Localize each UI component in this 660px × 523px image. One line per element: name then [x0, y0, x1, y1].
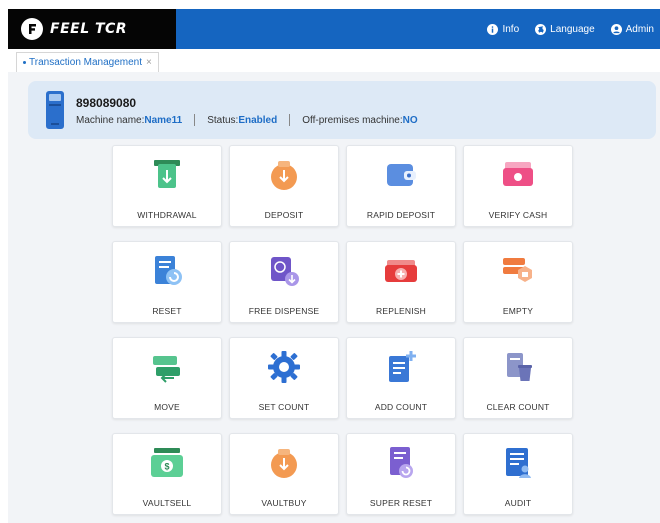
brand-name: FEEL TCR: [50, 21, 128, 37]
close-icon[interactable]: ×: [146, 57, 152, 68]
offprem-value: NO: [402, 114, 418, 126]
active-tab-dot: [23, 61, 26, 64]
vaultbuy-icon: [271, 449, 297, 478]
top-bar: FEEL TCR Info Language Admin: [8, 9, 660, 49]
audit-icon: [506, 448, 531, 478]
machine-id: 898089080: [76, 96, 137, 110]
tab-label: Transaction Management: [29, 57, 143, 68]
brand-mark-icon: [21, 18, 43, 40]
move-label: MOVE: [154, 402, 180, 412]
status-label: Status:: [207, 114, 239, 126]
header-nav: Info Language Admin: [471, 9, 654, 49]
nav-info-label: Info: [502, 23, 520, 35]
rapid-deposit-label: RAPID DEPOSIT: [366, 210, 436, 220]
verify-cash-button[interactable]: VERIFY CASH: [463, 145, 573, 227]
empty-button[interactable]: EMPTY: [463, 241, 573, 323]
deposit-button[interactable]: DEPOSIT: [229, 145, 339, 227]
machine-name-value: Name11: [144, 114, 183, 126]
replenish-icon: [385, 260, 417, 282]
add-count-icon: [389, 351, 416, 382]
clear-count-icon: [507, 353, 532, 381]
super-reset-button[interactable]: SUPER RESET: [346, 433, 456, 515]
svg-text:$: $: [164, 462, 169, 472]
vaultsell-label: VAULTSELL: [142, 498, 192, 508]
nav-language[interactable]: Language: [535, 23, 595, 35]
empty-label: EMPTY: [502, 306, 534, 316]
machine-name-label: Machine name:: [76, 114, 145, 126]
deposit-icon: [271, 161, 297, 190]
clear-count-button[interactable]: CLEAR COUNT: [463, 337, 573, 419]
vaultsell-button[interactable]: $ VAULTSELL: [112, 433, 222, 515]
deposit-label: DEPOSIT: [264, 210, 304, 220]
rapid-deposit-icon: [387, 164, 416, 186]
vaultbuy-button[interactable]: VAULTBUY: [229, 433, 339, 515]
user-icon: [610, 23, 622, 35]
vaultsell-icon: $: [151, 448, 183, 477]
free-dispense-icon: [271, 257, 299, 286]
withdrawal-button[interactable]: WITHDRAWAL: [112, 145, 222, 227]
audit-label: AUDIT: [504, 498, 532, 508]
audit-button[interactable]: AUDIT: [463, 433, 573, 515]
free-dispense-label: FREE DISPENSE: [248, 306, 320, 316]
reset-button[interactable]: RESET: [112, 241, 222, 323]
free-dispense-button[interactable]: FREE DISPENSE: [229, 241, 339, 323]
withdrawal-icon: [154, 160, 180, 188]
move-button[interactable]: MOVE: [112, 337, 222, 419]
vaultbuy-label: VAULTBUY: [261, 498, 307, 508]
gear-icon: [268, 351, 300, 383]
set-count-button[interactable]: SET COUNT: [229, 337, 339, 419]
tab-transaction-management[interactable]: Transaction Management ×: [16, 52, 159, 73]
move-icon: [153, 356, 180, 383]
info-icon: [487, 23, 499, 35]
action-grid: WITHDRAWAL DEPOSIT RAPID DEPOSIT VERIFY …: [112, 145, 573, 515]
globe-icon: [535, 23, 547, 35]
replenish-label: REPLENISH: [376, 306, 426, 316]
offprem-label: Off-premises machine:: [302, 114, 403, 126]
brand-logo[interactable]: FEEL TCR: [8, 9, 176, 49]
nav-admin[interactable]: Admin: [610, 23, 654, 35]
nav-admin-label: Admin: [625, 23, 654, 35]
add-count-button[interactable]: ADD COUNT: [346, 337, 456, 419]
nav-info[interactable]: Info: [487, 23, 520, 35]
replenish-button[interactable]: REPLENISH: [346, 241, 456, 323]
add-count-label: ADD COUNT: [374, 402, 428, 412]
divider: [289, 114, 291, 126]
set-count-label: SET COUNT: [258, 402, 310, 412]
empty-icon: [503, 258, 532, 282]
clear-count-label: CLEAR COUNT: [486, 402, 550, 412]
super-reset-label: SUPER RESET: [369, 498, 433, 508]
verify-cash-label: VERIFY CASH: [488, 210, 548, 220]
reset-label: RESET: [152, 306, 182, 316]
rapid-deposit-button[interactable]: RAPID DEPOSIT: [346, 145, 456, 227]
nav-language-label: Language: [550, 23, 595, 35]
status-value: Enabled: [238, 114, 278, 126]
withdrawal-label: WITHDRAWAL: [137, 210, 197, 220]
divider: [194, 114, 196, 126]
verify-cash-icon: [503, 162, 533, 186]
machine-icon: [46, 91, 64, 129]
reset-icon: [155, 256, 182, 285]
machine-details: Machine name: Name11 Status: Enabled Off…: [76, 114, 418, 126]
tab-strip: Transaction Management ×: [8, 49, 660, 73]
super-reset-icon: [390, 447, 413, 478]
machine-info-card: 898089080 Machine name: Name11 Status: E…: [28, 81, 656, 139]
